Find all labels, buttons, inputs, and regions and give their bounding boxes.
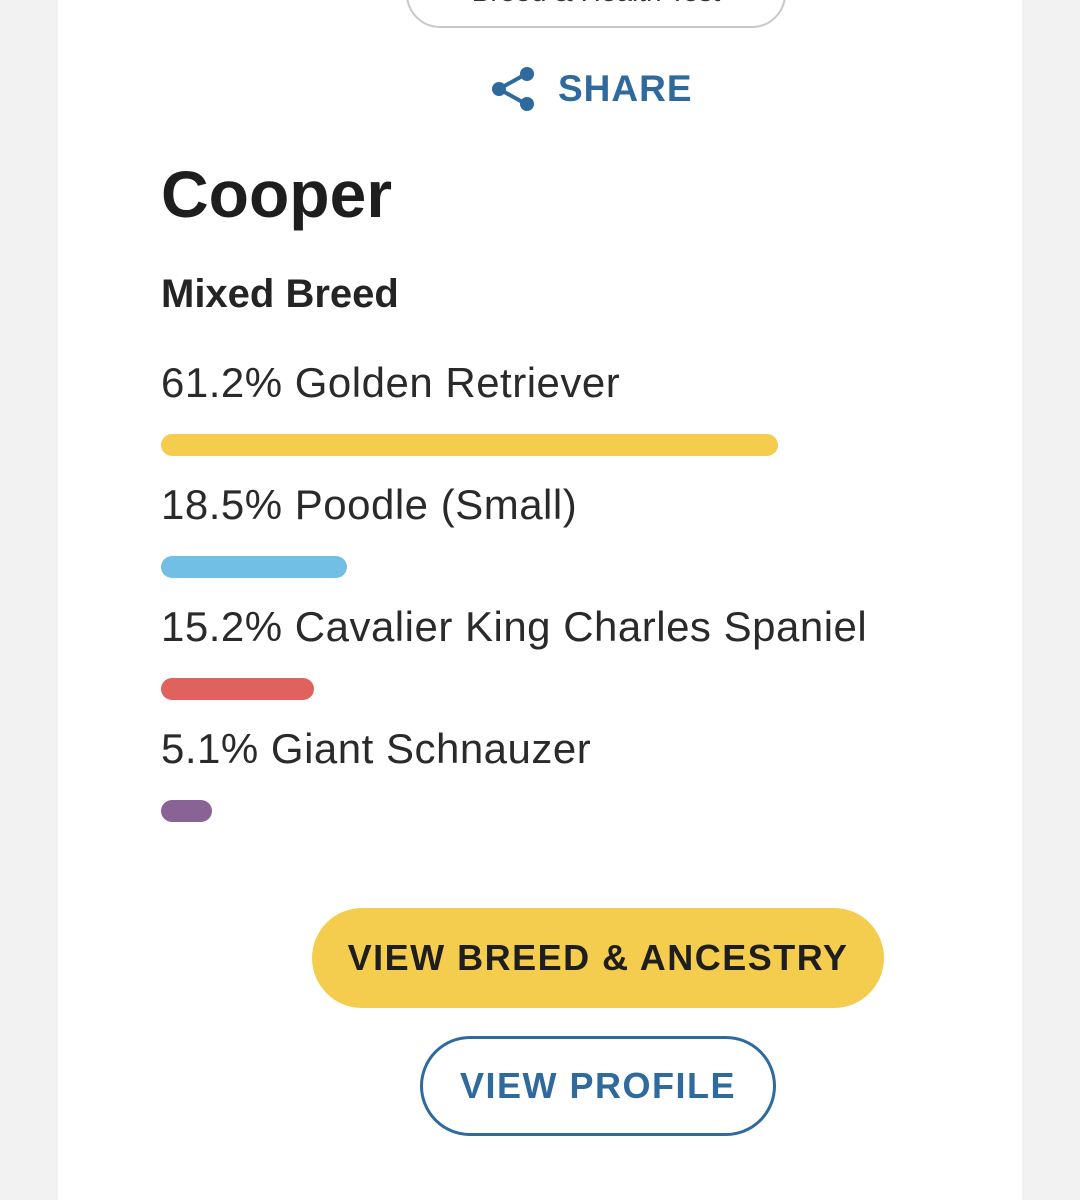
breed-percent-bar bbox=[161, 556, 348, 578]
breed-row: 15.2% Cavalier King Charles Spaniel bbox=[161, 602, 981, 724]
breed-label: 5.1% Giant Schnauzer bbox=[161, 725, 592, 772]
breed-row: 5.1% Giant Schnauzer bbox=[161, 724, 981, 846]
breed-bar-track bbox=[161, 800, 947, 822]
breed-percent-bar bbox=[161, 800, 213, 822]
share-icon bbox=[490, 66, 536, 112]
breed-health-test-pill[interactable]: Breed & Health Test bbox=[406, 0, 786, 28]
breed-row: 18.5% Poodle (Small) bbox=[161, 480, 981, 602]
breed-result-card: Breed & Health Test SHARE Cooper Mixed B… bbox=[58, 0, 1022, 1200]
breed-bar-track bbox=[161, 678, 947, 700]
breed-label: 15.2% Cavalier King Charles Spaniel bbox=[161, 603, 868, 650]
dog-name: Cooper bbox=[161, 157, 392, 231]
breed-label: 18.5% Poodle (Small) bbox=[161, 481, 578, 528]
share-button[interactable]: SHARE bbox=[490, 64, 693, 114]
breed-breakdown-list: 61.2% Golden Retriever 18.5% Poodle (Smal… bbox=[161, 358, 981, 846]
view-profile-button[interactable]: VIEW PROFILE bbox=[420, 1036, 776, 1136]
breed-bar-track bbox=[161, 434, 947, 456]
breed-health-test-label: Breed & Health Test bbox=[472, 0, 721, 8]
breed-percent-bar bbox=[161, 434, 778, 456]
view-breed-ancestry-button[interactable]: VIEW BREED & ANCESTRY bbox=[312, 908, 884, 1008]
breed-type: Mixed Breed bbox=[161, 272, 399, 316]
breed-bar-track bbox=[161, 556, 947, 578]
breed-row: 61.2% Golden Retriever bbox=[161, 358, 981, 480]
share-label: SHARE bbox=[558, 68, 693, 109]
breed-percent-bar bbox=[161, 678, 315, 700]
breed-label: 61.2% Golden Retriever bbox=[161, 359, 621, 406]
